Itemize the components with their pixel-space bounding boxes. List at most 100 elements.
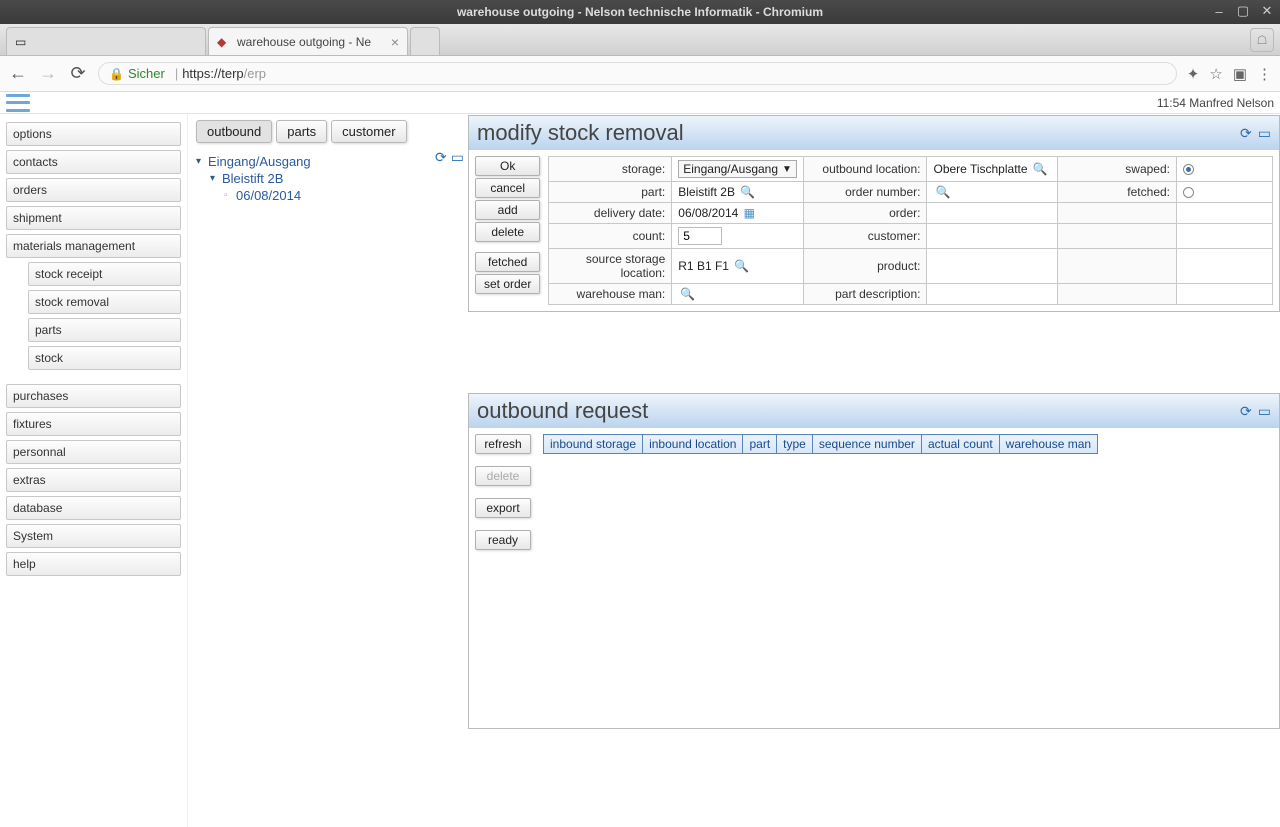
- panel-title: outbound request: [477, 398, 648, 424]
- search-icon[interactable]: 🔍: [1033, 162, 1048, 176]
- delete-button[interactable]: delete: [475, 466, 531, 486]
- count-input[interactable]: [678, 227, 722, 245]
- cancel-button[interactable]: cancel: [475, 178, 540, 198]
- center-column: outbound parts customer ⟳ ▭ ▾Eingang/Aus…: [188, 114, 468, 827]
- refresh-button[interactable]: refresh: [475, 434, 531, 454]
- immersive-icon[interactable]: ▣: [1233, 65, 1247, 83]
- window-maximize-button[interactable]: ▢: [1234, 2, 1252, 20]
- tree-view: ⟳ ▭ ▾Eingang/Ausgang ▾Bleistift 2B ▫06/0…: [188, 143, 468, 204]
- outbound-location-value: Obere Tischplatte: [933, 162, 1027, 176]
- browser-tab-active[interactable]: ◆ warehouse outgoing - Ne ×: [208, 27, 408, 55]
- address-bar[interactable]: 🔒 Sicher | https://terp/erp: [98, 62, 1177, 85]
- window-close-button[interactable]: ✕: [1258, 2, 1276, 20]
- search-icon[interactable]: 🔍: [935, 185, 950, 199]
- sidebar-subitem-stock-receipt[interactable]: stock receipt: [28, 262, 181, 286]
- sidebar-item-options[interactable]: options: [6, 122, 181, 146]
- delivery-date-value: 06/08/2014: [678, 206, 738, 220]
- search-icon[interactable]: 🔍: [734, 259, 749, 273]
- ok-button[interactable]: Ok: [475, 156, 540, 176]
- lock-icon: 🔒: [109, 67, 124, 81]
- sidebar-item-personnal[interactable]: personnal: [6, 440, 181, 464]
- label-warehouse-man: warehouse man:: [549, 284, 672, 305]
- page-icon: ▭: [15, 35, 29, 49]
- forward-button[interactable]: →: [38, 63, 58, 84]
- label-delivery-date: delivery date:: [549, 203, 672, 224]
- refresh-icon[interactable]: ⟳: [1240, 125, 1252, 142]
- ready-button[interactable]: ready: [475, 530, 531, 550]
- sidebar-item-purchases[interactable]: purchases: [6, 384, 181, 408]
- sidebar-item-materials-management[interactable]: materials management: [6, 234, 181, 258]
- tab-parts[interactable]: parts: [276, 120, 327, 143]
- sidebar-item-system[interactable]: System: [6, 524, 181, 548]
- fetched-button[interactable]: fetched: [475, 252, 540, 272]
- search-icon[interactable]: 🔍: [740, 185, 755, 199]
- calendar-icon[interactable]: ▦: [744, 206, 755, 220]
- panel-modify-stock-removal: modify stock removal ⟳ ▭ Ok cancel add d…: [468, 115, 1280, 312]
- sidebar-item-shipment[interactable]: shipment: [6, 206, 181, 230]
- tree-node-root[interactable]: ▾Eingang/Ausgang: [196, 153, 460, 170]
- col-sequence-number[interactable]: sequence number: [812, 435, 921, 454]
- tab-label: warehouse outgoing - Ne: [237, 35, 385, 49]
- sidebar-subitem-stock[interactable]: stock: [28, 346, 181, 370]
- tab-customer[interactable]: customer: [331, 120, 406, 143]
- col-type[interactable]: type: [777, 435, 813, 454]
- sidebar-item-fixtures[interactable]: fixtures: [6, 412, 181, 436]
- sidebar-item-orders[interactable]: orders: [6, 178, 181, 202]
- tree-node-part[interactable]: ▾Bleistift 2B: [196, 170, 460, 187]
- delete-button[interactable]: delete: [475, 222, 540, 242]
- label-fetched: fetched:: [1057, 182, 1176, 203]
- collapse-icon[interactable]: ▭: [1258, 403, 1271, 420]
- tab-outbound[interactable]: outbound: [196, 120, 272, 143]
- label-count: count:: [549, 224, 672, 249]
- back-button[interactable]: ←: [8, 63, 28, 84]
- label-order-number: order number:: [803, 182, 927, 203]
- search-icon[interactable]: 🔍: [680, 287, 695, 301]
- col-inbound-location[interactable]: inbound location: [643, 435, 743, 454]
- storage-dropdown[interactable]: Eingang/Ausgang▼: [678, 160, 797, 178]
- refresh-icon[interactable]: ⟳: [435, 149, 447, 166]
- fetched-radio[interactable]: [1183, 187, 1194, 198]
- panel-icon[interactable]: ▭: [451, 149, 464, 166]
- swaped-radio[interactable]: [1183, 164, 1194, 175]
- col-part[interactable]: part: [743, 435, 777, 454]
- add-button[interactable]: add: [475, 200, 540, 220]
- tab-close-icon[interactable]: ×: [391, 34, 399, 50]
- sidebar-subitem-stock-removal[interactable]: stock removal: [28, 290, 181, 314]
- label-order: order:: [803, 203, 927, 224]
- col-actual-count[interactable]: actual count: [921, 435, 999, 454]
- kebab-menu-icon[interactable]: ⋮: [1257, 65, 1272, 83]
- sidebar-item-contacts[interactable]: contacts: [6, 150, 181, 174]
- label-product: product:: [803, 249, 927, 284]
- right-column: modify stock removal ⟳ ▭ Ok cancel add d…: [468, 114, 1280, 827]
- file-tabs: outbound parts customer: [188, 120, 468, 143]
- window-minimize-button[interactable]: –: [1210, 2, 1228, 20]
- sidebar-item-help[interactable]: help: [6, 552, 181, 576]
- hamburger-menu-icon[interactable]: [6, 94, 30, 112]
- reload-button[interactable]: ⟳: [68, 63, 88, 84]
- browser-tab-blank[interactable]: ▭: [6, 27, 206, 55]
- panel-header-modify: modify stock removal ⟳ ▭: [469, 116, 1279, 150]
- label-customer: customer:: [803, 224, 927, 249]
- set-order-button[interactable]: set order: [475, 274, 540, 294]
- sidebar-item-database[interactable]: database: [6, 496, 181, 520]
- export-button[interactable]: export: [475, 498, 531, 518]
- sidebar: options contacts orders shipment materia…: [0, 114, 188, 827]
- profile-button[interactable]: ☖: [1250, 28, 1274, 52]
- refresh-icon[interactable]: ⟳: [1240, 403, 1252, 420]
- favicon: ◆: [217, 35, 231, 49]
- browser-toolbar: ← → ⟳ 🔒 Sicher | https://terp/erp ✦ ☆ ▣ …: [0, 56, 1280, 92]
- label-part: part:: [549, 182, 672, 203]
- bookmark-icon[interactable]: ☆: [1209, 65, 1222, 83]
- col-inbound-storage[interactable]: inbound storage: [544, 435, 643, 454]
- col-warehouse-man[interactable]: warehouse man: [999, 435, 1097, 454]
- tree-node-date[interactable]: ▫06/08/2014: [196, 187, 460, 204]
- outbound-request-table: inbound storage inbound location part ty…: [543, 434, 1098, 454]
- new-tab-button[interactable]: [410, 27, 440, 55]
- secure-label: Sicher: [128, 66, 165, 81]
- user-status-text: 11:54 Manfred Nelson: [1157, 96, 1274, 110]
- sidebar-subitem-parts[interactable]: parts: [28, 318, 181, 342]
- sidebar-item-extras[interactable]: extras: [6, 468, 181, 492]
- collapse-icon[interactable]: ▭: [1258, 125, 1271, 142]
- label-source-storage-location: source storage location:: [549, 249, 672, 284]
- translate-icon[interactable]: ✦: [1187, 65, 1200, 83]
